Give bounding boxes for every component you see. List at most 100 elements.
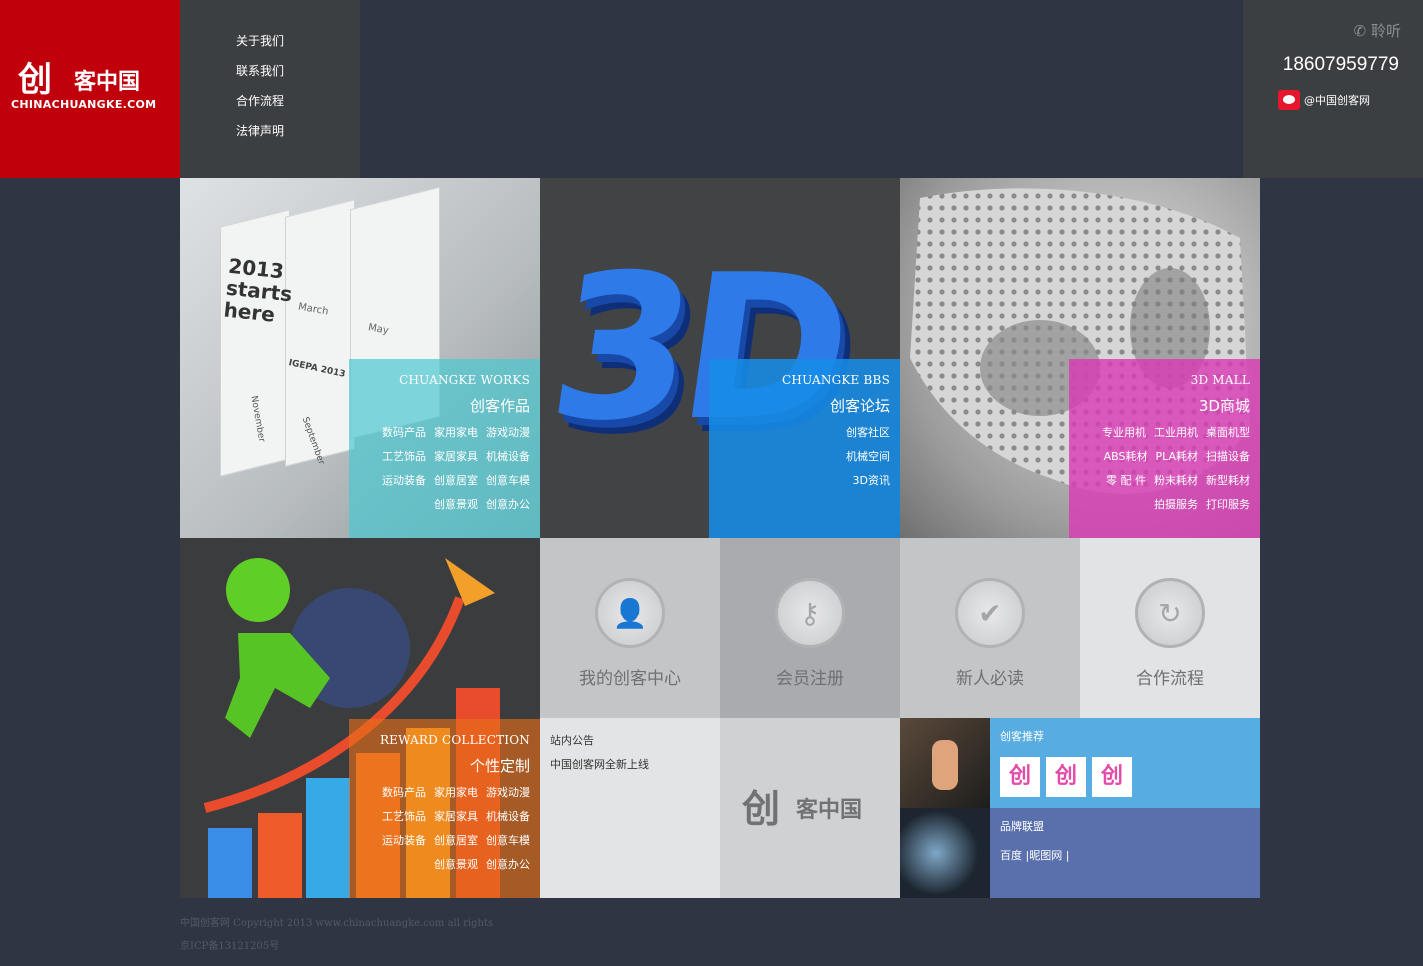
copyright: 中国创客网 Copyright 2013 www.chinachuangke.c… — [180, 918, 494, 929]
weibo-link[interactable]: @中国创客网 — [1278, 90, 1370, 110]
register-label: 会员注册 — [776, 669, 844, 689]
category-link[interactable]: 数码产品 — [382, 786, 426, 799]
alliance-links[interactable]: 百度 |昵图网 | — [1000, 847, 1069, 863]
notice-item[interactable]: 中国创客网全新上线 — [550, 756, 649, 772]
category-link[interactable]: 创意居室 — [434, 834, 478, 847]
category-link[interactable]: 扫描设备 — [1206, 450, 1250, 463]
user-icon: 👤 — [595, 578, 665, 648]
contact-box: ✆ 聆听 18607959779 @中国创客网 — [1243, 0, 1423, 178]
category-link[interactable]: 新型耗材 — [1206, 474, 1250, 487]
brand-logo-tile: 创 客中国 — [720, 718, 900, 898]
weibo-handle: @中国创客网 — [1304, 94, 1370, 107]
link-row: 工艺饰品 家居家具 机械设备 — [349, 808, 530, 824]
category-link[interactable]: PLA耗材 — [1155, 450, 1198, 463]
category-link[interactable]: 工艺饰品 — [382, 810, 426, 823]
alliance-panel: 品牌联盟 百度 |昵图网 | — [900, 808, 1260, 898]
top-nav: 关于我们 联系我们 合作流程 法律声明 — [180, 0, 360, 178]
category-link[interactable]: 专业用机 — [1102, 426, 1146, 439]
tile-reward[interactable]: REWARD COLLECTION 个性定制 数码产品 家用家电 游戏动漫 工艺饰品家… — [180, 538, 540, 898]
category-link[interactable]: 运动装备 — [382, 834, 426, 847]
category-link[interactable]: ABS耗材 — [1104, 450, 1148, 463]
category-link[interactable]: 机械设备 — [486, 450, 530, 463]
newbie-label: 新人必读 — [956, 669, 1024, 689]
tile-mall[interactable]: 3D MALL 3D商城 专业用机 工业用机 桌面机型 ABS耗材 PLA耗材 扫描设备零… — [900, 178, 1260, 538]
footer: 中国创客网 Copyright 2013 www.chinachuangke.c… — [180, 912, 493, 958]
icp-number: 京ICP备13121205号 — [180, 941, 280, 952]
category-link[interactable]: 运动装备 — [382, 474, 426, 487]
link-row: 数码产品 家用家电 游戏动漫 — [349, 424, 530, 440]
sphere-image — [900, 808, 990, 898]
link-row: 工艺饰品 家居家具 机械设备 — [349, 448, 530, 464]
works-title[interactable]: 创客作品 — [349, 395, 530, 416]
category-link[interactable]: 桌面机型 — [1206, 426, 1250, 439]
alliance-title: 品牌联盟 — [1000, 820, 1044, 833]
bbs-en: CHUANGKE BBS — [782, 373, 890, 387]
tile-cooperation[interactable]: ↻ 合作流程 — [1080, 538, 1260, 718]
category-link[interactable]: 游戏动漫 — [486, 426, 530, 439]
bbs-links: 创客社区机械空间 3D资讯 — [709, 424, 890, 488]
tile-bbs[interactable]: 3D CHUANGKE BBS 创客论坛 创客社区 机械空间 3D资讯 — [540, 178, 900, 538]
tile-register[interactable]: ⚷ 会员注册 — [720, 538, 900, 718]
works-overlay: CHUANGKE WORKS 创客作品 数码产品 家用家电 游戏动漫 工艺饰品 家居家具… — [349, 359, 540, 538]
category-link[interactable]: 拍摄服务 — [1154, 498, 1198, 511]
category-link[interactable]: 零 配 件 — [1106, 474, 1146, 487]
nav-legal[interactable]: 法律声明 — [236, 122, 284, 139]
link-row: 专业用机 工业用机 桌面机型 — [1069, 424, 1250, 440]
bbs-title[interactable]: 创客论坛 — [709, 395, 890, 416]
mall-title[interactable]: 3D商城 — [1069, 395, 1250, 416]
recommend-panel: 创客推荐 创创创 — [900, 718, 1260, 808]
notice-panel: 站内公告 中国创客网全新上线 — [540, 718, 720, 898]
link-row: 运动装备 创意居室 创意车模 — [349, 832, 530, 848]
link-row: 创意景观 创意办公 — [349, 496, 530, 512]
category-link[interactable]: 粉末耗材 — [1154, 474, 1198, 487]
category-link[interactable]: 创客社区 — [846, 426, 890, 439]
category-link[interactable]: 家居家具 — [434, 450, 478, 463]
reward-links: 数码产品 家用家电 游戏动漫 工艺饰品 家居家具 机械设备 运动装备 创意居室 创意车模 创意景观… — [349, 784, 530, 872]
recommend-item[interactable]: 创 — [1046, 757, 1086, 797]
category-link[interactable]: 家用家电 — [434, 786, 478, 799]
nav-about[interactable]: 关于我们 — [236, 32, 284, 49]
category-link[interactable]: 3D资讯 — [853, 474, 890, 487]
category-link[interactable]: 家用家电 — [434, 426, 478, 439]
nav-contact[interactable]: 联系我们 — [236, 62, 284, 79]
category-link[interactable]: 机械空间 — [846, 450, 890, 463]
category-link[interactable]: 游戏动漫 — [486, 786, 530, 799]
category-link[interactable]: 创意景观 — [434, 498, 478, 511]
tile-newbie[interactable]: ✔ 新人必读 — [900, 538, 1080, 718]
link-row: 机械空间 — [709, 448, 890, 464]
link-row: 创客社区 — [709, 424, 890, 440]
recommend-item[interactable]: 创 — [1000, 757, 1040, 797]
link-row: 零 配 件粉末耗材 新型耗材 — [1069, 472, 1250, 488]
category-link[interactable]: 家居家具 — [434, 810, 478, 823]
recommend-item[interactable]: 创 — [1092, 757, 1132, 797]
link-row: 创意景观 创意办公 — [349, 856, 530, 872]
link-row: 数码产品 家用家电 游戏动漫 — [349, 784, 530, 800]
listen-link[interactable]: ✆ 聆听 — [1354, 20, 1401, 41]
logo-en: CHINACHUANGKE.COM — [11, 98, 157, 111]
nav-cooperation[interactable]: 合作流程 — [236, 92, 284, 109]
tile-works[interactable]: 2013 starts here March May IGEPA 2013 Nove… — [180, 178, 540, 538]
category-link[interactable]: 机械设备 — [486, 810, 530, 823]
phone-number: 18607959779 — [1282, 54, 1399, 75]
category-link[interactable]: 工艺饰品 — [382, 450, 426, 463]
category-link[interactable]: 创意车模 — [486, 474, 530, 487]
category-link[interactable]: 创意车模 — [486, 834, 530, 847]
category-link[interactable]: 创意景观 — [434, 858, 478, 871]
link-row: 3D资讯 — [709, 472, 890, 488]
category-link[interactable]: 创意办公 — [486, 858, 530, 871]
category-link[interactable]: 数码产品 — [382, 426, 426, 439]
category-link[interactable]: 创意居室 — [434, 474, 478, 487]
works-en: CHUANGKE WORKS — [399, 373, 530, 387]
logo-cn: 客中国 — [74, 70, 141, 95]
category-link[interactable]: 工业用机 — [1154, 426, 1198, 439]
link-row: ABS耗材 PLA耗材 扫描设备 — [1069, 448, 1250, 464]
tile-my-center[interactable]: 👤 我的创客中心 — [540, 538, 720, 718]
site-logo[interactable]: 创 客中国 CHINACHUANGKE.COM — [0, 0, 180, 178]
calendar-block-2 — [285, 199, 355, 467]
key-icon: ⚷ — [775, 578, 845, 648]
category-link[interactable]: 打印服务 — [1206, 498, 1250, 511]
category-link[interactable]: 创意办公 — [486, 498, 530, 511]
mall-en: 3D MALL — [1190, 373, 1250, 387]
reward-en: REWARD COLLECTION — [379, 733, 530, 747]
reward-title[interactable]: 个性定制 — [349, 755, 530, 776]
